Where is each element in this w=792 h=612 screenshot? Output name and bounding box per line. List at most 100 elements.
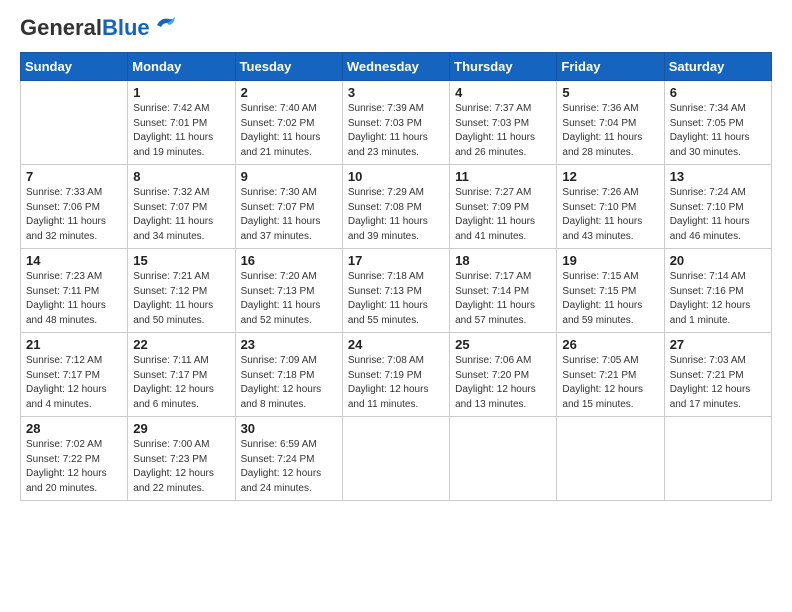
day-number: 11 [455, 169, 551, 184]
day-number: 6 [670, 85, 766, 100]
day-number: 14 [26, 253, 122, 268]
calendar-day-cell: 10 Sunrise: 7:29 AM Sunset: 7:08 PM Dayli… [342, 165, 449, 249]
weekday-header-wednesday: Wednesday [342, 53, 449, 81]
calendar-day-cell: 29Sunrise: 7:00 AM Sunset: 7:23 PM Dayli… [128, 417, 235, 501]
calendar-day-cell: 18Sunrise: 7:17 AM Sunset: 7:14 PM Dayli… [450, 249, 557, 333]
day-info: Sunrise: 7:20 AM Sunset: 7:13 PM Dayligh… [241, 270, 337, 328]
day-number: 21 [26, 337, 122, 352]
day-number: 24 [348, 337, 444, 352]
calendar-week-row: 14 Sunrise: 7:23 AM Sunset: 7:11 PM Dayli… [21, 249, 772, 333]
calendar-day-cell [664, 417, 771, 501]
calendar-day-cell: 16 Sunrise: 7:20 AM Sunset: 7:13 PM Dayli… [235, 249, 342, 333]
day-info: Sunrise: 7:24 AM Sunset: 7:10 PM Dayligh… [670, 186, 766, 244]
day-info: Sunrise: 7:05 AM Sunset: 7:21 PM Dayligh… [562, 354, 658, 412]
calendar-week-row: 7 Sunrise: 7:33 AM Sunset: 7:06 PM Daylig… [21, 165, 772, 249]
day-number: 30 [241, 421, 337, 436]
day-info: Sunrise: 7:33 AM Sunset: 7:06 PM Dayligh… [26, 186, 122, 244]
day-number: 20 [670, 253, 766, 268]
day-info: Sunrise: 7:40 AM Sunset: 7:02 PM Dayligh… [241, 102, 337, 160]
day-number: 10 [348, 169, 444, 184]
day-number: 7 [26, 169, 122, 184]
day-info: Sunrise: 7:03 AM Sunset: 7:21 PM Dayligh… [670, 354, 766, 412]
weekday-header-saturday: Saturday [664, 53, 771, 81]
day-number: 18 [455, 253, 551, 268]
calendar-week-row: 21Sunrise: 7:12 AM Sunset: 7:17 PM Dayli… [21, 333, 772, 417]
weekday-header-sunday: Sunday [21, 53, 128, 81]
calendar-week-row: 1 Sunrise: 7:42 AM Sunset: 7:01 PM Daylig… [21, 81, 772, 165]
calendar-day-cell: 19 Sunrise: 7:15 AM Sunset: 7:15 PM Dayli… [557, 249, 664, 333]
page: GeneralBlue SundayMondayTuesdayWednesday… [0, 0, 792, 612]
weekday-header-friday: Friday [557, 53, 664, 81]
calendar-day-cell: 24 Sunrise: 7:08 AM Sunset: 7:19 PM Dayli… [342, 333, 449, 417]
day-info: Sunrise: 7:21 AM Sunset: 7:12 PM Dayligh… [133, 270, 229, 328]
day-number: 19 [562, 253, 658, 268]
day-info: Sunrise: 7:26 AM Sunset: 7:10 PM Dayligh… [562, 186, 658, 244]
day-number: 26 [562, 337, 658, 352]
day-number: 17 [348, 253, 444, 268]
header: GeneralBlue [20, 16, 772, 40]
day-number: 22 [133, 337, 229, 352]
day-number: 16 [241, 253, 337, 268]
logo-text: GeneralBlue [20, 16, 150, 40]
day-info: Sunrise: 7:15 AM Sunset: 7:15 PM Dayligh… [562, 270, 658, 328]
day-info: Sunrise: 7:30 AM Sunset: 7:07 PM Dayligh… [241, 186, 337, 244]
day-number: 2 [241, 85, 337, 100]
logo-general: General [20, 15, 102, 40]
logo-blue: Blue [102, 15, 150, 40]
calendar-day-cell: 11 Sunrise: 7:27 AM Sunset: 7:09 PM Dayli… [450, 165, 557, 249]
day-info: Sunrise: 7:23 AM Sunset: 7:11 PM Dayligh… [26, 270, 122, 328]
day-number: 29 [133, 421, 229, 436]
calendar-day-cell: 25Sunrise: 7:06 AM Sunset: 7:20 PM Dayli… [450, 333, 557, 417]
day-number: 4 [455, 85, 551, 100]
calendar-day-cell: 15 Sunrise: 7:21 AM Sunset: 7:12 PM Dayli… [128, 249, 235, 333]
calendar-day-cell: 26 Sunrise: 7:05 AM Sunset: 7:21 PM Dayli… [557, 333, 664, 417]
day-info: Sunrise: 7:36 AM Sunset: 7:04 PM Dayligh… [562, 102, 658, 160]
calendar-day-cell: 7 Sunrise: 7:33 AM Sunset: 7:06 PM Daylig… [21, 165, 128, 249]
day-number: 1 [133, 85, 229, 100]
calendar-day-cell: 14 Sunrise: 7:23 AM Sunset: 7:11 PM Dayli… [21, 249, 128, 333]
calendar-day-cell: 21Sunrise: 7:12 AM Sunset: 7:17 PM Dayli… [21, 333, 128, 417]
day-number: 23 [241, 337, 337, 352]
weekday-header-tuesday: Tuesday [235, 53, 342, 81]
calendar-week-row: 28Sunrise: 7:02 AM Sunset: 7:22 PM Dayli… [21, 417, 772, 501]
calendar-day-cell [21, 81, 128, 165]
day-info: Sunrise: 7:14 AM Sunset: 7:16 PM Dayligh… [670, 270, 766, 328]
calendar-day-cell: 22 Sunrise: 7:11 AM Sunset: 7:17 PM Dayli… [128, 333, 235, 417]
calendar-day-cell: 1 Sunrise: 7:42 AM Sunset: 7:01 PM Daylig… [128, 81, 235, 165]
day-number: 25 [455, 337, 551, 352]
calendar-day-cell [557, 417, 664, 501]
calendar-day-cell: 5 Sunrise: 7:36 AM Sunset: 7:04 PM Daylig… [557, 81, 664, 165]
day-info: Sunrise: 7:29 AM Sunset: 7:08 PM Dayligh… [348, 186, 444, 244]
day-info: Sunrise: 7:34 AM Sunset: 7:05 PM Dayligh… [670, 102, 766, 160]
weekday-header-row: SundayMondayTuesdayWednesdayThursdayFrid… [21, 53, 772, 81]
day-number: 8 [133, 169, 229, 184]
weekday-header-thursday: Thursday [450, 53, 557, 81]
calendar-table: SundayMondayTuesdayWednesdayThursdayFrid… [20, 52, 772, 501]
day-info: Sunrise: 6:59 AM Sunset: 7:24 PM Dayligh… [241, 438, 337, 496]
day-info: Sunrise: 7:39 AM Sunset: 7:03 PM Dayligh… [348, 102, 444, 160]
day-number: 15 [133, 253, 229, 268]
day-info: Sunrise: 7:11 AM Sunset: 7:17 PM Dayligh… [133, 354, 229, 412]
calendar-day-cell: 9 Sunrise: 7:30 AM Sunset: 7:07 PM Daylig… [235, 165, 342, 249]
calendar-day-cell: 8 Sunrise: 7:32 AM Sunset: 7:07 PM Daylig… [128, 165, 235, 249]
logo-bird-icon [155, 15, 177, 33]
calendar-day-cell: 27Sunrise: 7:03 AM Sunset: 7:21 PM Dayli… [664, 333, 771, 417]
calendar-day-cell: 12Sunrise: 7:26 AM Sunset: 7:10 PM Dayli… [557, 165, 664, 249]
day-number: 3 [348, 85, 444, 100]
calendar-day-cell: 20 Sunrise: 7:14 AM Sunset: 7:16 PM Dayli… [664, 249, 771, 333]
calendar-day-cell: 2 Sunrise: 7:40 AM Sunset: 7:02 PM Daylig… [235, 81, 342, 165]
day-info: Sunrise: 7:42 AM Sunset: 7:01 PM Dayligh… [133, 102, 229, 160]
day-number: 5 [562, 85, 658, 100]
day-info: Sunrise: 7:32 AM Sunset: 7:07 PM Dayligh… [133, 186, 229, 244]
calendar-day-cell [342, 417, 449, 501]
day-info: Sunrise: 7:09 AM Sunset: 7:18 PM Dayligh… [241, 354, 337, 412]
day-info: Sunrise: 7:37 AM Sunset: 7:03 PM Dayligh… [455, 102, 551, 160]
day-info: Sunrise: 7:18 AM Sunset: 7:13 PM Dayligh… [348, 270, 444, 328]
day-info: Sunrise: 7:08 AM Sunset: 7:19 PM Dayligh… [348, 354, 444, 412]
calendar-day-cell: 30 Sunrise: 6:59 AM Sunset: 7:24 PM Dayli… [235, 417, 342, 501]
day-number: 9 [241, 169, 337, 184]
calendar-day-cell: 4 Sunrise: 7:37 AM Sunset: 7:03 PM Daylig… [450, 81, 557, 165]
day-info: Sunrise: 7:27 AM Sunset: 7:09 PM Dayligh… [455, 186, 551, 244]
day-info: Sunrise: 7:02 AM Sunset: 7:22 PM Dayligh… [26, 438, 122, 496]
calendar-day-cell: 6 Sunrise: 7:34 AM Sunset: 7:05 PM Daylig… [664, 81, 771, 165]
